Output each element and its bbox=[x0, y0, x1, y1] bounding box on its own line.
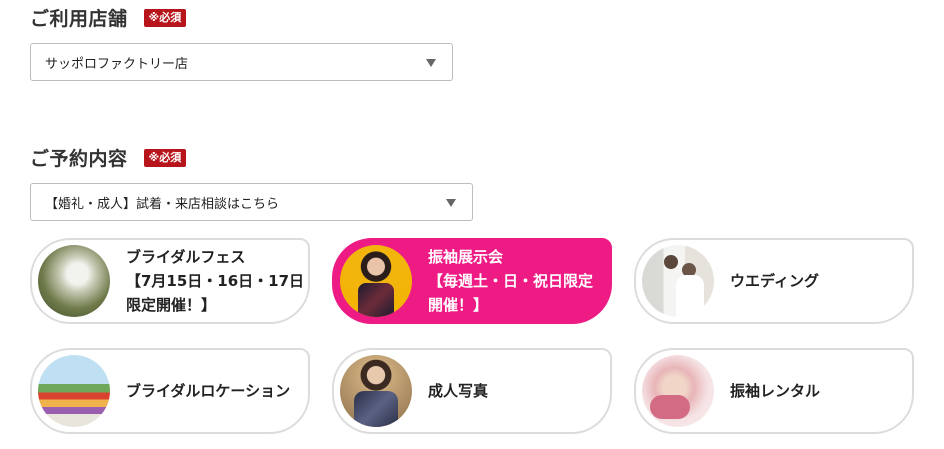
coming-of-age-photo bbox=[340, 355, 412, 427]
card-bridal-fair[interactable]: ブライダルフェス 【7月15日・16日・17日 限定開催！】 bbox=[30, 238, 310, 324]
required-badge: ※必須 bbox=[143, 8, 187, 27]
bridal-location-photo bbox=[38, 355, 110, 427]
bridal-fair-photo bbox=[38, 245, 110, 317]
card-coming-of-age-photo[interactable]: 成人写真 bbox=[332, 348, 612, 434]
store-title: ご利用店舗 bbox=[30, 8, 128, 30]
store-select[interactable]: サッポロファクトリー店 bbox=[30, 43, 453, 81]
card-furisode-exhibition[interactable]: 振袖展示会 【毎週土・日・祝日限定 開催！】 bbox=[332, 238, 612, 324]
card-label: 振袖レンタル bbox=[730, 382, 821, 400]
chevron-down-icon bbox=[426, 59, 436, 67]
card-wedding[interactable]: ウエディング bbox=[634, 238, 914, 324]
card-label: 振袖展示会 【毎週土・日・祝日限定 開催！】 bbox=[428, 248, 594, 314]
card-label: ブライダルロケーション bbox=[126, 382, 291, 400]
card-bridal-location[interactable]: ブライダルロケーション bbox=[30, 348, 310, 434]
wedding-photo bbox=[642, 245, 714, 317]
store-section-title: ご利用店舗 ※必須 bbox=[30, 4, 187, 31]
furisode-exhibition-photo bbox=[340, 245, 412, 317]
store-select-value: サッポロファクトリー店 bbox=[45, 56, 189, 72]
reservation-title: ご予約内容 bbox=[30, 148, 128, 170]
card-label: ブライダルフェス 【7月15日・16日・17日 限定開催！】 bbox=[126, 248, 305, 314]
chevron-down-icon bbox=[446, 199, 456, 207]
required-badge: ※必須 bbox=[143, 148, 187, 167]
reservation-select-value: 【婚礼・成人】試着・来店相談はこちら bbox=[45, 196, 280, 212]
card-label: ウエディング bbox=[730, 272, 819, 290]
furisode-rental-photo bbox=[642, 355, 714, 427]
card-furisode-rental[interactable]: 振袖レンタル bbox=[634, 348, 914, 434]
reservation-select[interactable]: 【婚礼・成人】試着・来店相談はこちら bbox=[30, 183, 473, 221]
reservation-section-title: ご予約内容 ※必須 bbox=[30, 144, 187, 171]
card-label: 成人写真 bbox=[428, 382, 489, 400]
